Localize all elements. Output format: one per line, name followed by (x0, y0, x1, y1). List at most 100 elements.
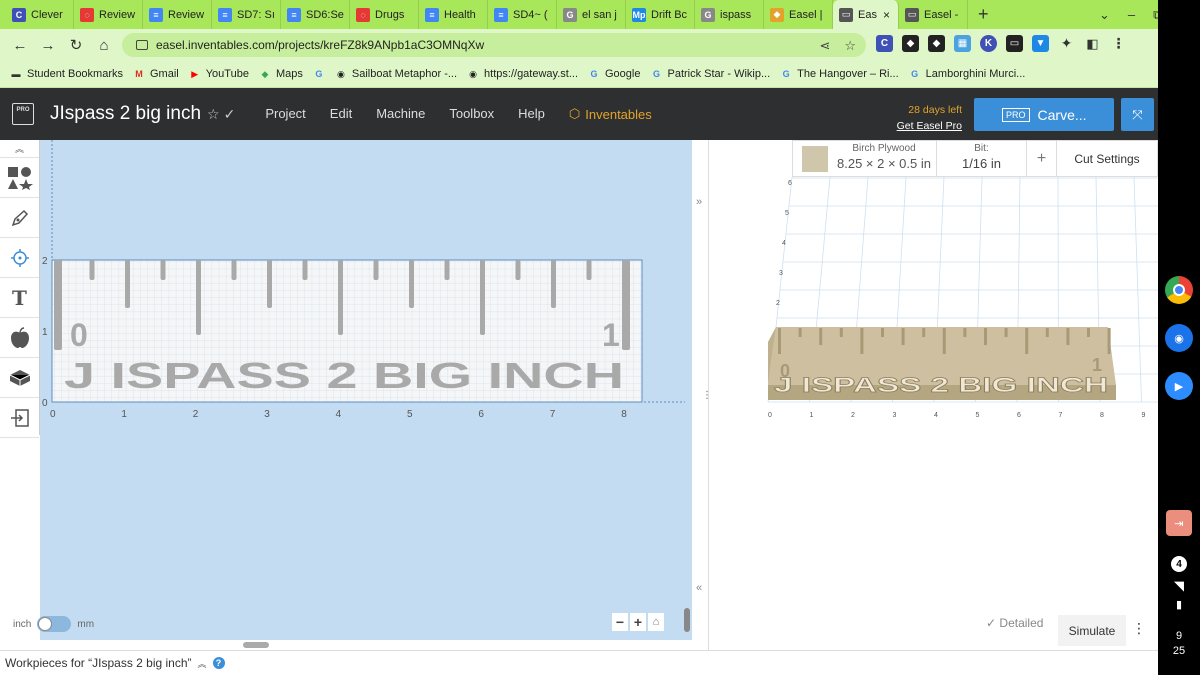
bookmark-item[interactable]: M Gmail (133, 68, 178, 80)
design-canvas[interactable]: 0 1 J ISPASS 2 BIG INCH 0 1 2 3 4 5 6 7 8 0 1 2 (40, 140, 692, 640)
ruler-tick[interactable] (231, 260, 237, 280)
import-icon[interactable] (0, 398, 39, 438)
material-info[interactable]: Birch Plywood 8.25 × 2 × 0.5 in (832, 141, 936, 176)
expand-workpieces-icon[interactable]: ︽ (198, 657, 207, 670)
browser-tab[interactable]: ≡ SD6:Se (281, 0, 350, 29)
project-title[interactable]: JIspass 2 big inch (50, 103, 201, 125)
browser-tab[interactable]: ▭ Easel - (899, 0, 968, 29)
close-tab-icon[interactable]: × (883, 8, 890, 22)
extension-icon[interactable]: ◆ (928, 35, 945, 52)
shapes-icon[interactable] (0, 158, 39, 198)
get-easel-pro-link[interactable]: Get Easel Pro (890, 118, 962, 134)
collapse-icon[interactable]: ︽ (0, 140, 39, 158)
more-options-icon[interactable]: ⋮ (1132, 620, 1146, 637)
bookmark-item[interactable]: G The Hangover – Ri... (780, 68, 899, 80)
browser-tab[interactable]: ◆ Easel | (764, 0, 833, 29)
ruler-tick[interactable] (267, 260, 272, 308)
battery-icon[interactable]: ▮ (1158, 598, 1200, 611)
browser-tab[interactable]: Gel san j (557, 0, 626, 29)
reload-icon[interactable]: ↻ (62, 36, 90, 54)
ruler-tick[interactable] (54, 260, 62, 350)
browser-tab[interactable]: ≡ SD4~ ( (488, 0, 557, 29)
ruler-tick[interactable] (515, 260, 521, 280)
material-swatch[interactable] (802, 146, 828, 172)
tab-search-icon[interactable]: ⌄ (1099, 7, 1110, 23)
sidepanel-icon[interactable]: ◧ (1084, 35, 1101, 52)
ruler-tick[interactable] (373, 260, 379, 280)
bookmark-item[interactable]: ▶ YouTube (189, 68, 249, 80)
ruler-tick[interactable] (196, 260, 201, 335)
bookmark-item[interactable]: ◆ Maps (259, 68, 303, 80)
zoom-app-icon[interactable]: ▶ (1165, 372, 1193, 400)
bookmark-item[interactable]: ◉ Sailboat Metaphor -... (335, 68, 457, 80)
site-info-icon[interactable] (136, 40, 148, 50)
browser-tab[interactable]: ≡ Review (143, 0, 212, 29)
bookmark-star-icon[interactable]: ☆ (844, 38, 856, 54)
address-bar[interactable]: easel.inventables.com/projects/kreFZ8k9A… (122, 33, 866, 57)
ruler-number-zero[interactable]: 0 (70, 317, 88, 353)
new-tab-button[interactable]: + (978, 4, 989, 25)
target-icon[interactable] (0, 238, 39, 278)
browser-tab[interactable]: Gispass (695, 0, 764, 29)
notification-count[interactable]: 4 (1171, 556, 1187, 572)
back-icon[interactable]: ← (6, 37, 34, 54)
add-bit-button[interactable]: + (1026, 141, 1056, 176)
browser-tab[interactable]: ◌ Drugs (350, 0, 419, 29)
apple-icon[interactable] (0, 318, 39, 358)
cast-icon[interactable]: ▭ (1006, 35, 1023, 52)
simulate-button[interactable]: Simulate (1058, 615, 1126, 646)
clever-extension-icon[interactable]: C (876, 35, 893, 52)
cut-settings-button[interactable]: Cut Settings (1056, 141, 1157, 176)
ruler-tick[interactable] (89, 260, 95, 280)
extension-icon[interactable]: ◆ (902, 35, 919, 52)
detailed-toggle[interactable]: ✓ Detailed (986, 616, 1043, 630)
carve-button[interactable]: PRO Carve... (974, 98, 1114, 131)
ruler-tick[interactable] (622, 260, 630, 350)
menu-help[interactable]: Help (518, 106, 545, 122)
ruler-tick[interactable] (551, 260, 556, 308)
carved-board[interactable]: 0 1 J ISPASS 2 BIG INCH (768, 327, 1116, 400)
zoom-out-button[interactable]: − (612, 613, 628, 631)
menu-inventables[interactable]: ⬡ Inventables (569, 106, 652, 122)
bookmark-item[interactable]: G Google (588, 68, 640, 80)
ruler-tick[interactable] (586, 260, 592, 280)
home-icon[interactable]: ⌂ (90, 37, 118, 54)
kami-extension-icon[interactable]: K (980, 35, 997, 52)
browser-tab[interactable]: ≡ Health (419, 0, 488, 29)
menu-machine[interactable]: Machine (376, 106, 425, 122)
clock-minute[interactable]: 25 (1158, 645, 1200, 657)
chrome-app-icon[interactable] (1165, 276, 1193, 304)
expand-preview-button[interactable]: ⤧ (1121, 98, 1154, 131)
trash-extension-icon[interactable]: ▼ (1032, 35, 1049, 52)
ruler-tick[interactable] (444, 260, 450, 280)
bookmark-item[interactable]: G (313, 68, 325, 80)
ruler-tick[interactable] (160, 260, 166, 280)
forward-icon[interactable]: → (34, 37, 62, 54)
bit-selector[interactable]: Bit: 1/16 in (936, 141, 1026, 176)
camera-app-icon[interactable]: ◉ (1165, 324, 1193, 352)
collapse-right-icon[interactable]: » (696, 196, 702, 208)
unit-switch[interactable] (37, 616, 72, 632)
clock-hour[interactable]: 9 (1158, 630, 1200, 642)
text-icon[interactable]: T (0, 278, 39, 318)
ruler-tick[interactable] (125, 260, 130, 308)
3d-preview-svg[interactable]: 0 1 J ISPASS 2 BIG INCH 0 1 2 3 4 5 6 7 8 9 2 3 4 5 6 (708, 177, 1158, 427)
workpieces-label[interactable]: Workpieces for “JIspass 2 big inch” (5, 656, 192, 670)
bookmark-item[interactable]: ◉ https://gateway.st... (467, 68, 578, 80)
ruler-tick[interactable] (409, 260, 414, 308)
vertical-scrollbar[interactable] (684, 608, 690, 632)
menu-project[interactable]: Project (265, 106, 305, 122)
workpiece-text[interactable]: J ISPASS 2 BIG INCH (64, 355, 624, 396)
box-icon[interactable] (0, 358, 39, 398)
home-view-button[interactable]: ⌂ (648, 613, 664, 631)
bookmark-item[interactable]: G Lamborghini Murci... (909, 68, 1025, 80)
ruler-tick[interactable] (338, 260, 343, 335)
zoom-in-button[interactable]: + (630, 613, 646, 631)
browser-tab[interactable]: ▭ Eas × (833, 0, 899, 29)
pen-icon[interactable] (0, 198, 39, 238)
browser-tab[interactable]: ◌ Review (74, 0, 143, 29)
collapse-left-icon[interactable]: « (696, 582, 702, 594)
easel-pro-logo[interactable]: PRO (12, 103, 34, 125)
menu-icon[interactable]: ⋮ (1110, 35, 1127, 52)
puzzle-icon[interactable]: ✦ (1058, 35, 1075, 52)
